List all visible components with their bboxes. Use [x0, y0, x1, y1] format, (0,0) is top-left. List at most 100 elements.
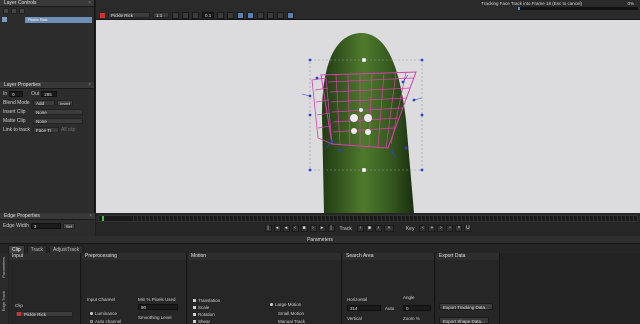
viewer-controls: Pickle Rick 1:1 0.1: [96, 11, 294, 19]
first-frame-icon[interactable]: |: [264, 225, 272, 232]
in-field[interactable]: 0: [9, 90, 24, 97]
horizontal-field[interactable]: 314: [347, 305, 381, 311]
min-pixels-field[interactable]: 90: [138, 304, 178, 310]
key-label: Key: [405, 225, 415, 232]
large-motion-option[interactable]: Large Motion: [270, 302, 301, 307]
track-back-button[interactable]: ‹: [356, 225, 364, 232]
angle-field[interactable]: 0: [403, 305, 431, 311]
rotation-option[interactable]: Rotation: [193, 312, 215, 317]
key-u-icon[interactable]: U: [464, 225, 472, 232]
zoom-select[interactable]: 1:1: [153, 12, 169, 18]
track-forward-button[interactable]: ›: [374, 225, 382, 232]
key-all-icon[interactable]: ▫: [446, 225, 454, 232]
layer-visibility-icon[interactable]: [2, 17, 7, 22]
play-backward-icon[interactable]: ◂: [282, 225, 290, 232]
prev-key-icon[interactable]: ‹: [419, 225, 427, 232]
track-all-button[interactable]: »: [383, 225, 394, 232]
tool-d-icon[interactable]: [247, 11, 254, 19]
layer-properties-header: Layer Properties ×: [0, 82, 94, 89]
matte-clip-select[interactable]: None: [33, 117, 83, 124]
edge-width-row: Edge Width 3 Set: [0, 221, 95, 230]
tool-a-icon[interactable]: [217, 11, 224, 19]
add-layer-icon[interactable]: [3, 8, 9, 14]
step-back-icon[interactable]: ‹: [291, 225, 299, 232]
edge-width-label: Edge Width: [3, 222, 29, 229]
overlay-icon[interactable]: [182, 11, 189, 19]
out-label: Out: [31, 90, 40, 97]
search-area-section: Search Area Horizontal 314 Auto Vertical…: [343, 253, 435, 324]
edge-properties-header: Edge Properties ×: [0, 213, 95, 220]
close-icon[interactable]: ×: [88, 82, 91, 89]
step-forward-icon[interactable]: ›: [309, 225, 317, 232]
small-motion-option[interactable]: Small Motion: [278, 311, 304, 316]
view-icon[interactable]: [172, 11, 179, 19]
play-forward-icon[interactable]: ▸: [318, 225, 326, 232]
scale-option[interactable]: Scale: [193, 305, 209, 310]
timeline-scrubber[interactable]: [98, 215, 638, 222]
stop-icon[interactable]: ■: [300, 225, 308, 232]
radio-on-icon: [90, 312, 93, 316]
layer-toolbar: [0, 7, 94, 15]
next-key-icon[interactable]: ›: [437, 225, 445, 232]
radio-off-icon: [90, 320, 93, 324]
preprocessing-section: Preprocessing Input Channel Luminance Au…: [82, 253, 187, 324]
track-backward-icon[interactable]: ◂: [273, 225, 281, 232]
delete-layer-icon[interactable]: [19, 8, 25, 14]
set-button[interactable]: Set: [62, 222, 75, 229]
auto-channel-label: Auto channel: [95, 319, 122, 324]
add-key-icon[interactable]: +: [428, 225, 436, 232]
large-motion-label: Large Motion: [275, 302, 302, 307]
edge-width-field[interactable]: 3: [30, 222, 61, 229]
viewer-canvas[interactable]: [96, 20, 640, 213]
auto-channel-option[interactable]: Auto channel: [90, 319, 121, 324]
insert-clip-select[interactable]: None: [33, 108, 83, 115]
tab-clip[interactable]: Clip: [8, 245, 25, 253]
layer-row[interactable]: Pickle Rick: [2, 16, 92, 23]
color-icon[interactable]: [192, 11, 199, 19]
luminance-option[interactable]: Luminance: [90, 311, 117, 316]
duplicate-layer-icon[interactable]: [11, 8, 17, 14]
shear-option[interactable]: Shear: [193, 319, 210, 324]
tool-g-icon[interactable]: [277, 11, 284, 19]
tool-h-icon[interactable]: [287, 11, 294, 19]
vertical-label: Vertical: [347, 316, 362, 321]
side-tab-edge-track[interactable]: Edge Track: [1, 291, 7, 311]
link-track-row: Link to track Face Tr All clip: [0, 125, 94, 134]
close-icon[interactable]: ×: [89, 213, 92, 220]
manual-track-option[interactable]: Manual Track: [278, 319, 305, 324]
side-tab-parameters[interactable]: Parameters: [1, 257, 7, 278]
link-track-select[interactable]: Face Tr: [33, 126, 59, 133]
checkbox-icon: [193, 313, 196, 317]
layer-name[interactable]: Pickle Rick: [25, 16, 92, 23]
invert-button[interactable]: Invert: [57, 99, 74, 106]
out-field[interactable]: 285: [41, 90, 58, 97]
close-icon[interactable]: ×: [88, 0, 91, 7]
side-tabs: Parameters Edge Track: [0, 253, 8, 324]
preprocessing-title: Preprocessing: [82, 253, 186, 260]
blend-mode-select[interactable]: Add: [33, 99, 55, 106]
input-title: Input: [9, 253, 80, 260]
export-data-section: Export Data Export Tracking Data... Expo…: [436, 253, 500, 324]
delete-key-icon[interactable]: ×: [455, 225, 463, 232]
tool-b-icon[interactable]: [227, 11, 234, 19]
track-stop-button[interactable]: ■: [365, 225, 373, 232]
playhead[interactable]: [102, 216, 104, 221]
tab-adjusttrack[interactable]: AdjustTrack: [48, 245, 84, 253]
export-shape-button[interactable]: Export Shape Data...: [439, 317, 489, 324]
translation-option[interactable]: Translation: [193, 298, 220, 303]
blend-mode-label: Blend Mode: [3, 99, 30, 106]
last-frame-icon[interactable]: |: [327, 225, 335, 232]
timeline: | ◂ ◂ ‹ ■ › ▸ | Track ‹ ■ › » Key ‹ + › …: [96, 213, 640, 236]
auto-label: Auto: [385, 306, 395, 311]
tool-e-icon[interactable]: [257, 11, 264, 19]
zoom-label: Zoom %: [403, 316, 420, 321]
tool-f-icon[interactable]: [267, 11, 274, 19]
matte-clip-label: Matte Clip: [3, 117, 26, 124]
tab-track[interactable]: Track: [26, 245, 47, 253]
export-data-title: Export Data: [436, 253, 499, 260]
tool-c-icon[interactable]: [237, 11, 244, 19]
input-clip-select[interactable]: Pickle Rick: [15, 311, 73, 317]
value-field[interactable]: 0.1: [202, 12, 214, 18]
clip-select[interactable]: Pickle Rick: [108, 12, 150, 18]
export-tracking-button[interactable]: Export Tracking Data...: [439, 303, 493, 310]
